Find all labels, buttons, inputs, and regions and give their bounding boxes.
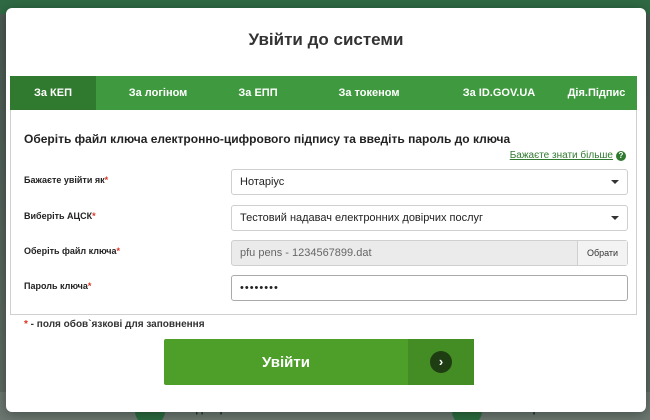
- acsk-value: Тестовий надавач електронних довірчих по…: [240, 212, 484, 224]
- tab-login[interactable]: За логіном: [96, 76, 220, 110]
- login-button-label[interactable]: Увійти: [164, 354, 408, 371]
- tab-kep[interactable]: За КЕП: [10, 76, 96, 110]
- login-button-arrow-zone[interactable]: ›: [408, 339, 474, 385]
- kep-form: Оберіть файл ключа електронно-цифрового …: [10, 110, 637, 315]
- required-mark: *: [87, 281, 92, 291]
- form-instruction: Оберіть файл ключа електронно-цифрового …: [24, 132, 511, 146]
- login-as-value: Нотаріус: [240, 176, 285, 188]
- required-note: * - поля обов`язкові для заповнення: [24, 319, 205, 330]
- choose-file-button[interactable]: Обрати: [577, 241, 627, 265]
- key-file-field: pfu pens - 1234567899.dat Обрати: [231, 240, 628, 266]
- login-as-select[interactable]: Нотаріус: [231, 169, 628, 195]
- learn-more-label[interactable]: Бажаєте знати більше: [510, 150, 613, 161]
- required-note-text: - поля обов`язкові для заповнення: [27, 319, 205, 330]
- login-method-tabs: За КЕП За логіном За ЕПП За токеном За I…: [10, 76, 637, 110]
- login-modal: Увійти до системи За КЕП За логіном За Е…: [6, 8, 646, 412]
- learn-more-link[interactable]: Бажаєте знати більше ?: [510, 150, 626, 161]
- password-label: Пароль ключа*: [24, 281, 91, 291]
- acsk-select[interactable]: Тестовий надавач електронних довірчих по…: [231, 205, 628, 231]
- arrow-right-icon[interactable]: ›: [430, 351, 452, 373]
- password-value: ••••••••: [240, 282, 279, 294]
- password-input[interactable]: ••••••••: [231, 275, 628, 301]
- required-mark: *: [104, 175, 109, 185]
- required-mark: *: [92, 211, 96, 221]
- acsk-label: Виберіть АЦСК*: [24, 211, 96, 221]
- password-label-text: Пароль ключа: [24, 281, 88, 291]
- required-mark: *: [116, 246, 121, 256]
- modal-title: Увійти до системи: [248, 30, 404, 49]
- key-file-label: Оберіть файл ключа*: [24, 246, 120, 256]
- key-file-value: pfu pens - 1234567899.dat: [240, 247, 372, 259]
- tab-diia-pidpys[interactable]: Дія.Підпис: [556, 76, 637, 110]
- login-as-label: Бажаєте увійти як*: [24, 175, 108, 185]
- help-icon[interactable]: ?: [616, 150, 626, 161]
- tab-epp[interactable]: За ЕПП: [220, 76, 296, 110]
- tab-id-gov-ua[interactable]: За ID.GOV.UA: [442, 76, 556, 110]
- tab-token[interactable]: За токеном: [296, 76, 442, 110]
- acsk-label-text: Виберіть АЦСК: [24, 211, 93, 221]
- key-file-label-text: Оберіть файл ключа: [24, 246, 117, 256]
- login-as-label-text: Бажаєте увійти як: [24, 175, 105, 185]
- login-button[interactable]: Увійти ›: [164, 339, 474, 385]
